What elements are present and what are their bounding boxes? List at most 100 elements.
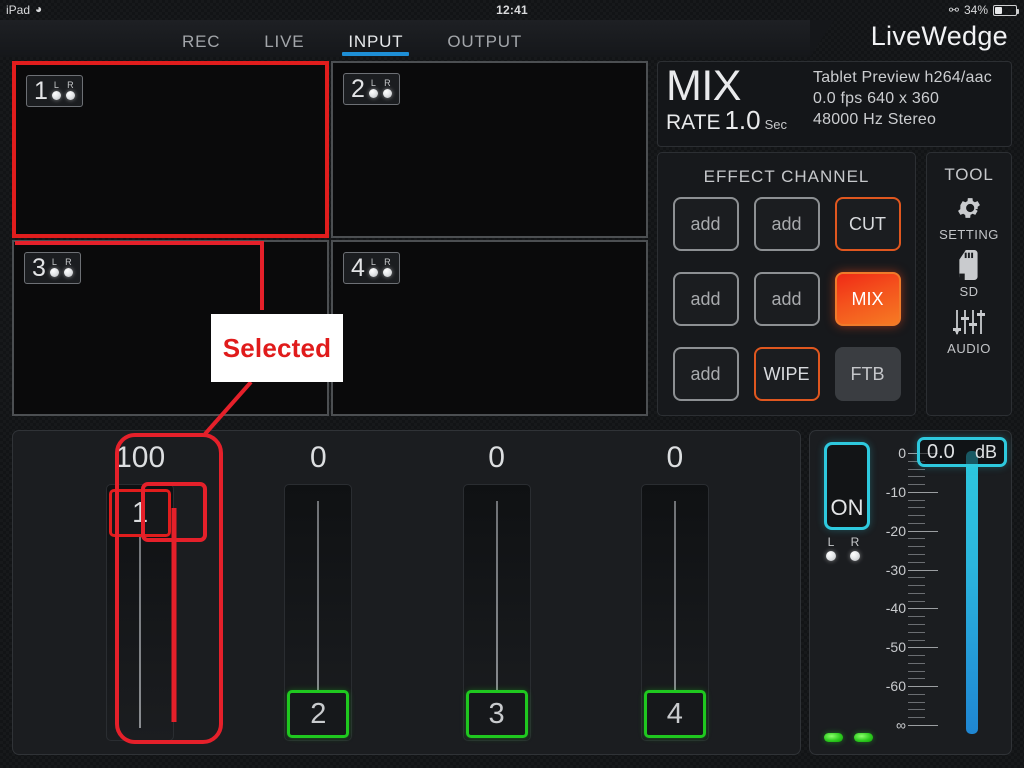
db-scale-major-tick <box>908 608 938 610</box>
db-scale-label: -10 <box>885 483 906 500</box>
effect-button-add-2[interactable]: add <box>753 197 820 251</box>
fader-3-handle[interactable]: 3 <box>465 690 528 738</box>
db-scale-minor-tick <box>908 561 925 563</box>
fader-1-handle[interactable]: 1 <box>109 489 172 537</box>
status-led-2-icon <box>854 733 873 742</box>
fader-1-track[interactable]: 1 <box>106 484 175 741</box>
input-4-right-led-icon <box>382 267 392 277</box>
mix-rate-value: 1.0 <box>724 105 761 135</box>
db-scale-minor-tick <box>908 585 925 587</box>
db-scale-major-tick <box>908 530 938 532</box>
input-1-right-led-icon <box>65 91 75 100</box>
effect-button-cut-label: CUT <box>849 213 886 234</box>
audio-on-button[interactable]: ON <box>824 442 870 530</box>
db-scale-minor-tick <box>908 616 925 618</box>
selected-annotation-box: Selected <box>211 314 343 382</box>
db-scale-minor-tick <box>908 600 925 602</box>
input-quadrant-1[interactable]: 1 L R <box>12 61 329 238</box>
db-scale-minor-tick <box>908 554 925 556</box>
tool-panel-title: TOOL <box>944 165 994 184</box>
effect-button-add-1[interactable]: add <box>672 197 739 251</box>
input-quadrant-2[interactable]: 2 L R <box>331 61 648 238</box>
tab-live-label: LIVE <box>264 31 305 51</box>
fader-2-value: 0 <box>310 441 327 474</box>
effect-button-cut[interactable]: CUT <box>834 197 901 251</box>
fader-3-handle-label: 3 <box>488 697 505 730</box>
db-scale-major-tick <box>908 491 938 493</box>
effect-button-wipe-label: WIPE <box>763 363 810 384</box>
db-scale-minor-tick <box>908 670 925 672</box>
db-scale-minor-tick <box>908 655 925 657</box>
status-leds <box>824 733 873 742</box>
tool-item-setting[interactable]: SETTING <box>939 193 999 242</box>
db-scale-label: -40 <box>885 600 906 617</box>
db-scale-minor-tick <box>908 577 925 579</box>
db-scale-minor-tick <box>908 538 925 540</box>
effect-button-add-5[interactable]: add <box>672 347 739 401</box>
effect-button-wipe[interactable]: WIPE <box>753 347 820 401</box>
effect-button-mix-label: MIX <box>851 288 884 309</box>
app-logo: LiveWedge <box>870 21 1008 51</box>
master-right-led-icon <box>850 551 860 561</box>
effect-button-add-1-label: add <box>690 213 721 234</box>
db-scale-minor-tick <box>908 662 925 664</box>
effect-channel-title: EFFECT CHANNEL <box>703 167 870 186</box>
input-3-badge: 3 L R <box>24 251 81 284</box>
effect-button-add-3-label: add <box>690 288 721 309</box>
effect-button-ftb-label: FTB <box>850 363 885 384</box>
tab-rec[interactable]: REC <box>160 20 242 57</box>
fader-channel-2: 0 2 <box>266 431 370 756</box>
master-audio-panel: ON L R 0 -10 -20 -30 -40 -50 -60 ∞ 0.0 dB <box>809 430 1012 755</box>
effect-channel-grid: add add CUT add add MIX add WIPE FTB <box>672 197 901 401</box>
db-scale-minor-tick <box>908 546 925 548</box>
db-scale-minor-tick <box>908 693 925 695</box>
db-scale-minor-tick <box>908 522 925 524</box>
effect-button-ftb[interactable]: FTB <box>834 347 901 401</box>
master-right-led-group: R <box>850 536 860 561</box>
effect-button-add-4[interactable]: add <box>753 272 820 326</box>
tool-item-sd[interactable]: SD <box>956 250 982 299</box>
db-scale-minor-tick <box>908 717 925 719</box>
gear-icon <box>955 193 983 223</box>
tool-item-audio[interactable]: AUDIO <box>947 307 991 356</box>
db-scale-label: 0 <box>898 445 906 461</box>
input-3-number: 3 <box>32 253 46 282</box>
effect-button-add-3[interactable]: add <box>672 272 739 326</box>
db-scale-major-tick <box>908 647 938 649</box>
input-2-left-led-icon <box>368 89 378 98</box>
effect-button-mix[interactable]: MIX <box>834 272 901 326</box>
db-scale-minor-tick <box>908 709 925 711</box>
fader-2-handle[interactable]: 2 <box>287 690 350 738</box>
db-scale-minor-tick <box>908 499 925 501</box>
master-left-label: L <box>827 535 835 549</box>
mix-rate-unit: Sec <box>764 117 788 132</box>
stream-video-line: 0.0 fps 640 x 360 <box>813 90 940 107</box>
input-3-right-label: R <box>65 256 72 267</box>
selected-annotation-label: Selected <box>222 332 332 363</box>
fader-4-track[interactable]: 4 <box>640 484 709 741</box>
fader-2-track[interactable]: 2 <box>284 484 353 741</box>
tab-live[interactable]: LIVE <box>242 20 326 57</box>
db-scale-label: -50 <box>885 639 906 656</box>
db-scale-label: -60 <box>885 678 906 695</box>
fader-3-track[interactable]: 3 <box>462 484 531 741</box>
input-4-left-led-icon <box>368 267 378 277</box>
master-level-fader[interactable] <box>966 451 978 734</box>
fader-1-value: 100 <box>115 441 166 474</box>
tab-output[interactable]: OUTPUT <box>425 20 544 57</box>
input-4-left-label: L <box>370 256 376 267</box>
input-4-badge: 4 L R <box>343 251 400 284</box>
input-2-right-led-icon <box>382 89 392 98</box>
db-readout[interactable]: 0.0 dB <box>917 437 1007 467</box>
faders-icon <box>952 307 986 337</box>
effect-button-add-5-label: add <box>690 363 721 384</box>
input-fader-panel: 100 1 0 2 0 3 0 4 <box>12 430 801 755</box>
tool-item-sd-label: SD <box>959 284 979 299</box>
effect-button-add-2-label: add <box>771 213 802 234</box>
fader-4-handle-label: 4 <box>666 697 683 730</box>
status-bar-right: ⚯ 34% <box>949 0 1019 20</box>
tab-input[interactable]: INPUT <box>326 20 425 57</box>
stream-format-line: Tablet Preview h264/aac <box>813 69 992 86</box>
fader-4-handle[interactable]: 4 <box>643 690 706 738</box>
input-quadrant-4[interactable]: 4 L R <box>331 239 648 416</box>
